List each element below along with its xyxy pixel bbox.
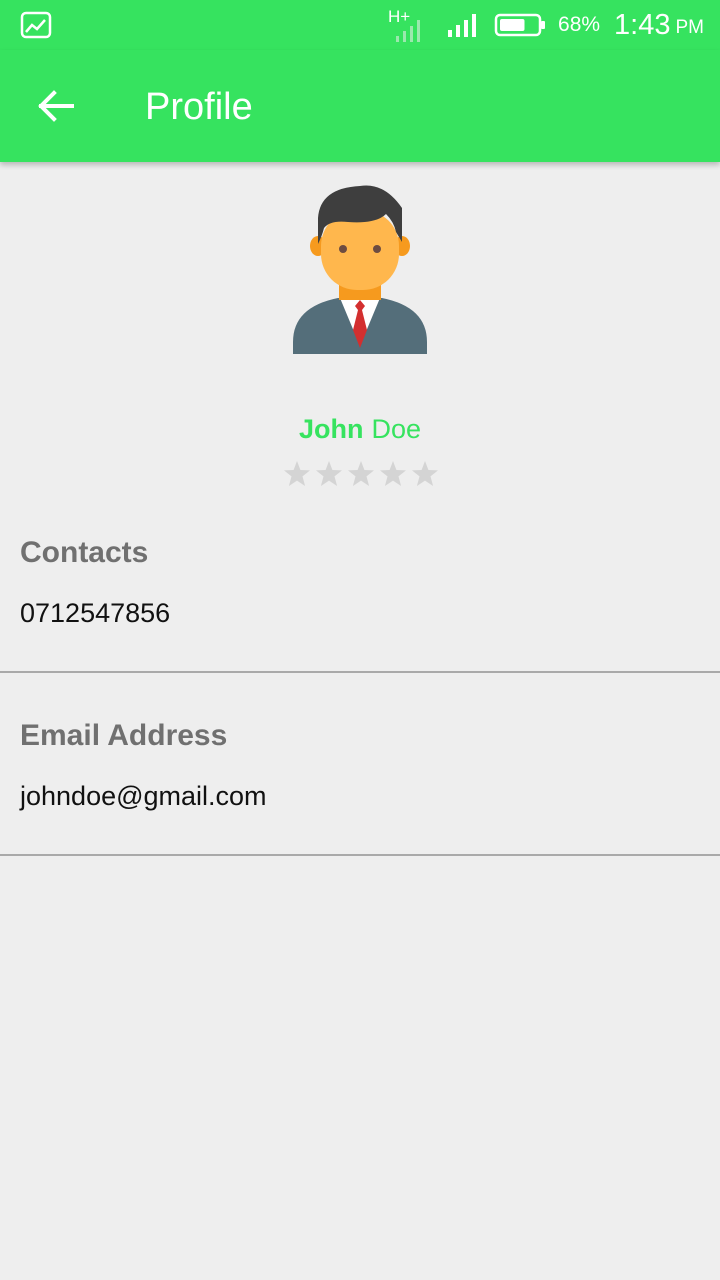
battery-percent: 68% <box>558 13 601 36</box>
rating-bar[interactable] <box>281 458 441 490</box>
clock-time: 1:43 <box>614 8 671 41</box>
arrow-left-icon[interactable] <box>34 84 78 128</box>
star-icon[interactable] <box>377 458 409 490</box>
clock-ampm: PM <box>675 17 705 38</box>
divider <box>0 671 720 673</box>
email-value: johndoe@gmail.com <box>20 781 267 811</box>
app-bar: Profile <box>0 50 720 162</box>
mobile-data-icon: H+ <box>388 5 428 45</box>
last-name: Doe <box>371 414 422 444</box>
email-label: Email Address <box>20 719 228 752</box>
star-icon[interactable] <box>281 458 313 490</box>
page-title: Profile <box>145 86 253 128</box>
status-bar: H+ 68% 1:43 PM <box>0 0 720 50</box>
star-icon[interactable] <box>409 458 441 490</box>
battery-icon <box>494 13 546 37</box>
profile-name: John Doe <box>0 414 720 445</box>
avatar <box>293 185 427 354</box>
first-name: John <box>298 414 364 444</box>
gallery-icon <box>20 11 52 39</box>
contacts-label: Contacts <box>20 536 149 569</box>
star-icon[interactable] <box>313 458 345 490</box>
divider <box>0 854 720 856</box>
signal-icon <box>448 14 477 37</box>
star-icon[interactable] <box>345 458 377 490</box>
contacts-value: 0712547856 <box>20 598 171 628</box>
